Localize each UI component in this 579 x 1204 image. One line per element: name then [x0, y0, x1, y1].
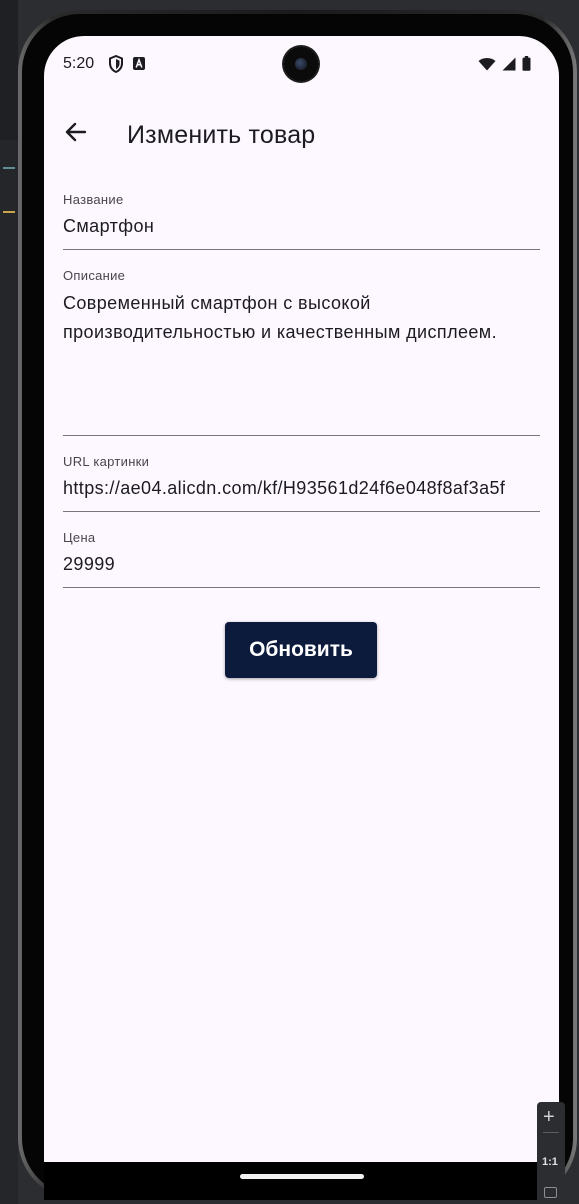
zoom-in-button[interactable]: + [543, 1107, 555, 1127]
emulator-zoom-panel: + 1:1 [537, 1102, 565, 1204]
name-field-value[interactable]: Смартфон [63, 216, 540, 237]
navigation-bar [44, 1162, 559, 1200]
image-url-field-label: URL картинки [63, 454, 150, 469]
name-field-label: Название [63, 192, 124, 207]
status-icons-right [478, 56, 531, 71]
ide-marker [3, 211, 15, 213]
update-button[interactable]: Обновить [225, 622, 377, 678]
battery-icon [522, 56, 531, 71]
page-title: Изменить товар [127, 121, 316, 149]
home-indicator[interactable] [240, 1174, 364, 1179]
image-url-field[interactable]: URL картинки https://ae04.alicdn.com/kf/… [63, 448, 540, 512]
price-field-value[interactable]: 29999 [63, 554, 540, 575]
arrow-back-icon[interactable] [58, 114, 94, 150]
description-field-value[interactable]: Современный смартфон с высокой производи… [63, 289, 540, 347]
device-frame: 5:20 Изменить товар Название Смартфон Оп… [18, 10, 577, 1200]
image-url-field-value[interactable]: https://ae04.alicdn.com/kf/H93561d24f6e0… [63, 478, 540, 499]
signal-icon [502, 57, 516, 70]
wifi-icon [478, 57, 496, 70]
a-letter-icon [133, 57, 145, 70]
actual-size-button[interactable]: 1:1 [542, 1156, 558, 1168]
description-field[interactable]: Описание Современный смартфон с высокой … [63, 262, 540, 436]
price-field-label: Цена [63, 530, 96, 545]
front-camera [284, 47, 318, 81]
fit-screen-icon[interactable] [544, 1187, 557, 1198]
device-bezel: 5:20 Изменить товар Название Смартфон Оп… [22, 14, 573, 1200]
ide-marker [3, 167, 15, 169]
status-bar: 5:20 [44, 36, 559, 92]
app-screen: 5:20 Изменить товар Название Смартфон Оп… [44, 36, 559, 1162]
ide-panel-band [0, 140, 18, 1204]
top-app-bar: Изменить товар [44, 100, 559, 172]
name-field[interactable]: Название Смартфон [63, 186, 540, 250]
zoom-divider [543, 1132, 559, 1133]
description-field-label: Описание [63, 268, 126, 283]
price-field[interactable]: Цена 29999 [63, 524, 540, 588]
shield-icon [109, 55, 123, 73]
status-time: 5:20 [63, 55, 95, 72]
ide-side-strip [0, 0, 18, 1204]
